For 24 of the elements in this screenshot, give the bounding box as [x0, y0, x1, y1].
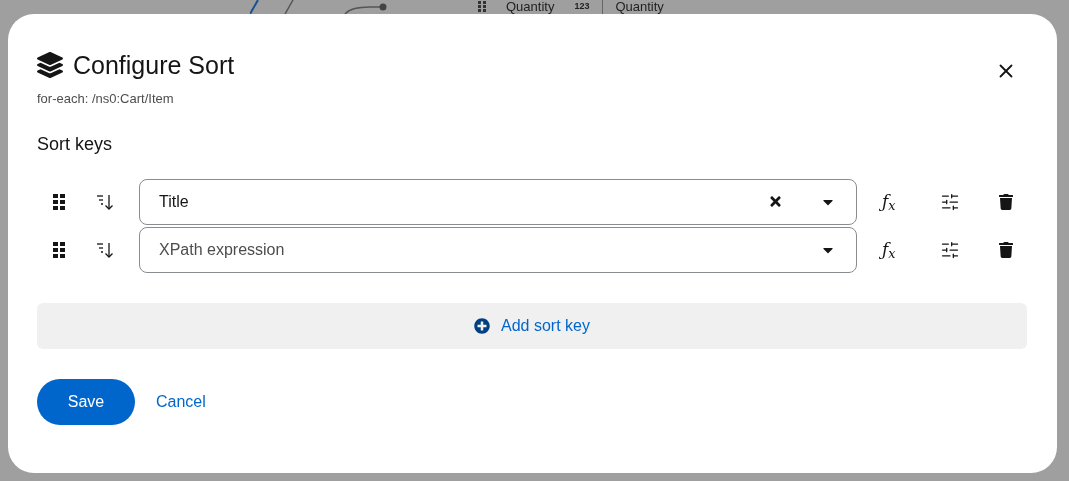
select-placeholder: XPath expression: [159, 239, 285, 260]
dialog-subtitle: for-each: /ns0:Cart/Item: [37, 90, 175, 108]
drag-handle-icon: [478, 1, 487, 13]
select-value: Title: [159, 191, 189, 212]
section-title: Sort keys: [37, 132, 114, 156]
drag-handle-icon[interactable]: [53, 193, 65, 210]
layers-icon: [37, 52, 63, 78]
sort-key-select[interactable]: Title: [139, 178, 857, 225]
type-label: 123: [574, 0, 590, 13]
sort-icon[interactable]: [95, 193, 115, 210]
column-label: Quantity: [506, 0, 555, 13]
sort-icon[interactable]: [95, 241, 115, 258]
drag-handle-icon[interactable]: [53, 241, 65, 258]
save-button[interactable]: Save: [37, 378, 135, 425]
cancel-link[interactable]: Cancel: [156, 389, 206, 414]
dialog-title: Configure Sort: [73, 50, 235, 80]
clear-icon[interactable]: [768, 194, 783, 209]
sliders-icon[interactable]: [940, 191, 960, 212]
trash-icon[interactable]: [998, 241, 1014, 258]
add-sort-key-button[interactable]: Add sort key: [37, 302, 1027, 349]
sort-key-select[interactable]: XPath expression: [139, 226, 857, 273]
trash-icon[interactable]: [998, 193, 1014, 210]
sliders-icon[interactable]: [940, 239, 960, 260]
column-label: Quantity: [615, 0, 664, 13]
